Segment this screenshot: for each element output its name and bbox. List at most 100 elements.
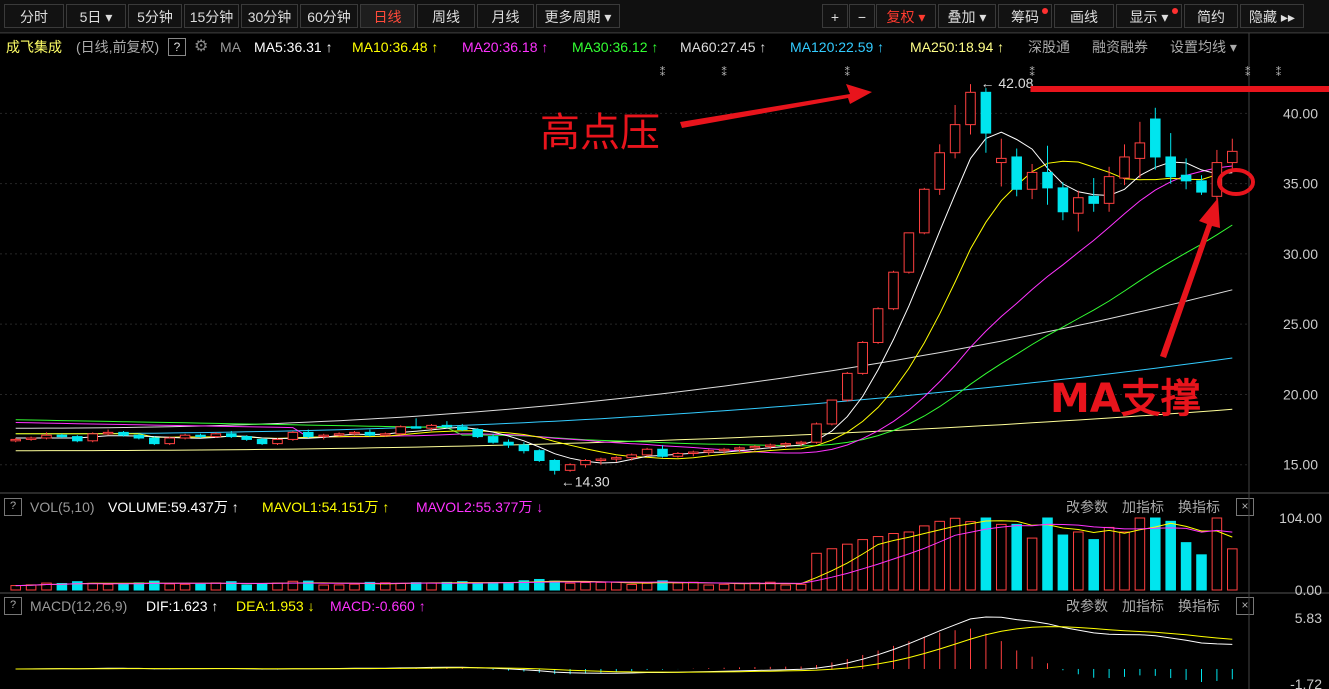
candle-body	[10, 438, 21, 442]
chips-button[interactable]: 筹码	[998, 4, 1052, 28]
volume-bar	[1196, 554, 1207, 591]
volume-bar	[1103, 526, 1115, 591]
mavol2-line	[15, 523, 1233, 587]
macd-close-button[interactable]: ×	[1236, 597, 1254, 615]
draw-button[interactable]: 画线	[1054, 4, 1114, 28]
ma10-line	[15, 160, 1233, 460]
tab-60min[interactable]: 60分钟	[300, 4, 358, 28]
tab-daily[interactable]: 日线	[360, 4, 415, 28]
volume-bar	[564, 582, 576, 591]
macd-switch-indicator-button[interactable]: 换指标	[1178, 596, 1220, 616]
volume-bar	[518, 580, 530, 591]
macd-add-indicator-button[interactable]: 加指标	[1122, 596, 1164, 616]
candle-body	[1211, 162, 1223, 197]
volume-bar	[457, 581, 468, 591]
volume-bar	[318, 584, 329, 591]
volume-bar	[503, 582, 514, 591]
candle-body	[795, 441, 807, 445]
volume-bar	[118, 583, 129, 591]
volume-bar	[734, 583, 745, 591]
volume-bar	[641, 582, 653, 591]
gear-icon[interactable]: ⚙	[194, 36, 208, 58]
vol-close-button[interactable]: ×	[1236, 498, 1254, 516]
tab-15min[interactable]: 15分钟	[184, 4, 239, 28]
volume-bar	[965, 521, 976, 591]
vol-label: VOL(5,10)	[30, 499, 95, 515]
tab-30min[interactable]: 30分钟	[241, 4, 298, 28]
overlay-dropdown[interactable]: 叠加 ▾	[938, 4, 996, 28]
tab-5min[interactable]: 5分钟	[128, 4, 182, 28]
candle-body	[395, 426, 406, 435]
volume-bar	[133, 582, 145, 591]
candle-body	[949, 124, 961, 154]
volume-bar	[272, 582, 283, 591]
candle-body	[133, 434, 145, 439]
volume-bar	[56, 582, 68, 591]
volume-bar	[657, 580, 668, 591]
macd-params-button[interactable]: 改参数	[1066, 596, 1108, 616]
macd-info-bar: ? MACD(12,26,9) DIF:1.623 ↑ DEA:1.953 ↓ …	[0, 596, 1329, 616]
display-dropdown[interactable]: 显示 ▾	[1116, 4, 1182, 28]
tab-more-periods[interactable]: 更多周期 ▾	[536, 4, 620, 28]
volume-bar	[1165, 520, 1176, 591]
adjust-dropdown[interactable]: 复权 ▾	[876, 4, 936, 28]
volume-bar	[595, 581, 607, 591]
volume-bar	[210, 582, 222, 591]
candle-body	[1088, 195, 1099, 204]
ma-settings-link[interactable]: 设置均线 ▾	[1170, 36, 1237, 58]
hide-button[interactable]: 隐藏 ▸▸	[1240, 4, 1304, 28]
price-tick-label: 40.00	[1283, 105, 1318, 121]
volume-bar	[1057, 534, 1069, 591]
candle-body	[503, 441, 514, 446]
candle-body	[842, 372, 853, 401]
candle-body	[195, 434, 206, 438]
price-tick-label: 20.00	[1283, 386, 1318, 402]
simple-button[interactable]: 简约	[1184, 4, 1238, 28]
vol-add-indicator-button[interactable]: 加指标	[1122, 497, 1164, 517]
candle-body	[641, 448, 653, 456]
vol-switch-indicator-button[interactable]: 换指标	[1178, 497, 1220, 517]
low-price-label: ←14.30	[561, 474, 610, 490]
volume-bar	[949, 517, 961, 591]
help-button[interactable]: ?	[168, 38, 186, 56]
kline-chart[interactable]: 15.00 20.00 25.00 30.00 35.00 40.00 ← 42.08 ←14…	[0, 0, 1329, 689]
candle-body	[1180, 174, 1192, 182]
candle-body	[780, 443, 791, 446]
tab-5day[interactable]: 5日 ▾	[66, 4, 126, 28]
event-marker: ⁑	[1276, 66, 1282, 79]
tab-monthly[interactable]: 月线	[477, 4, 534, 28]
candle-body	[241, 436, 252, 440]
collapse-macd-button[interactable]: ?	[4, 597, 22, 615]
volume-bar	[303, 580, 314, 591]
volume-bar	[410, 582, 422, 591]
volume-bar	[903, 531, 915, 591]
candle-body	[349, 431, 360, 435]
candle-body	[333, 433, 345, 436]
candle-body	[718, 448, 730, 452]
tab-intraday[interactable]: 分时	[4, 4, 64, 28]
candle-body	[102, 431, 114, 435]
zoom-out-button[interactable]: −	[849, 4, 875, 28]
vol-params-button[interactable]: 改参数	[1066, 497, 1108, 517]
tab-weekly[interactable]: 周线	[417, 4, 475, 28]
ma-value-5: MA120:22.59 ↑	[790, 39, 885, 55]
margin-trading-link[interactable]: 融资融券	[1092, 36, 1148, 58]
candle-body	[441, 424, 453, 428]
candle-body	[1227, 150, 1238, 164]
volume-bar	[1150, 517, 1161, 591]
candle-body	[980, 91, 992, 134]
candle-body	[410, 426, 422, 429]
candle-body	[287, 431, 299, 440]
ma-label: MA	[220, 39, 241, 55]
zoom-in-button[interactable]: +	[822, 4, 848, 28]
candle-body	[965, 91, 976, 126]
hk-connect-link[interactable]: 深股通	[1028, 36, 1070, 58]
volume-value: VOLUME:59.437万 ↑	[108, 499, 239, 515]
ma250-line	[15, 408, 1233, 452]
candle-body	[888, 271, 899, 310]
candle-body	[118, 431, 129, 436]
collapse-volume-button[interactable]: ?	[4, 498, 22, 516]
volume-bar	[72, 581, 83, 591]
volume-bar	[688, 581, 699, 591]
event-marker: ⁑	[845, 66, 851, 79]
